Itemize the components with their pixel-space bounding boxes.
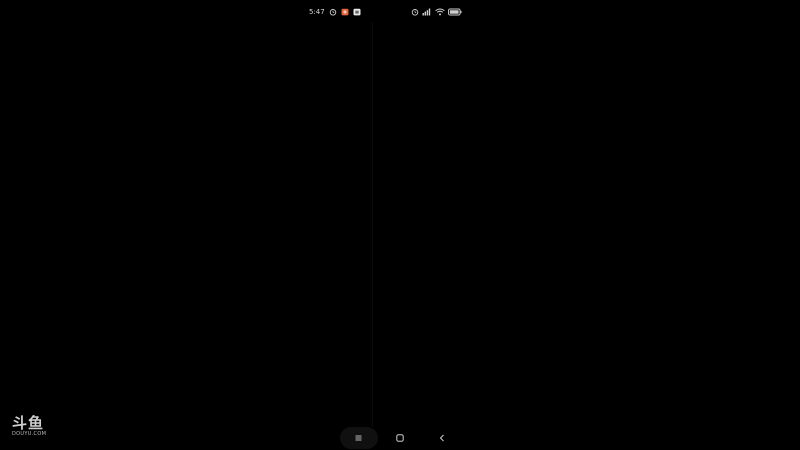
home-button[interactable] (392, 430, 408, 446)
app-notification-icon (341, 8, 349, 16)
status-time: 5:47 (309, 8, 325, 16)
battery-icon (448, 8, 462, 16)
watermark-domain: DOUYU.COM (12, 431, 47, 437)
split-divider (372, 22, 373, 427)
menu-button[interactable] (350, 430, 366, 446)
app-badge-icon (353, 8, 361, 16)
menu-icon (354, 434, 363, 442)
watermark-logo-text: 斗鱼 (12, 414, 45, 432)
back-button[interactable] (434, 430, 450, 446)
alarm-icon (329, 8, 337, 16)
back-icon (438, 433, 446, 443)
home-icon (395, 433, 405, 443)
status-bar-right (411, 6, 462, 18)
alarm-icon (411, 8, 419, 16)
wifi-icon (435, 8, 445, 16)
status-bar-left: 5:47 (300, 6, 361, 18)
screen: 5:47 斗鱼 DOUYU.COM (0, 0, 800, 450)
douyu-watermark: 斗鱼 DOUYU.COM (12, 415, 52, 437)
signal-icon (422, 8, 432, 16)
